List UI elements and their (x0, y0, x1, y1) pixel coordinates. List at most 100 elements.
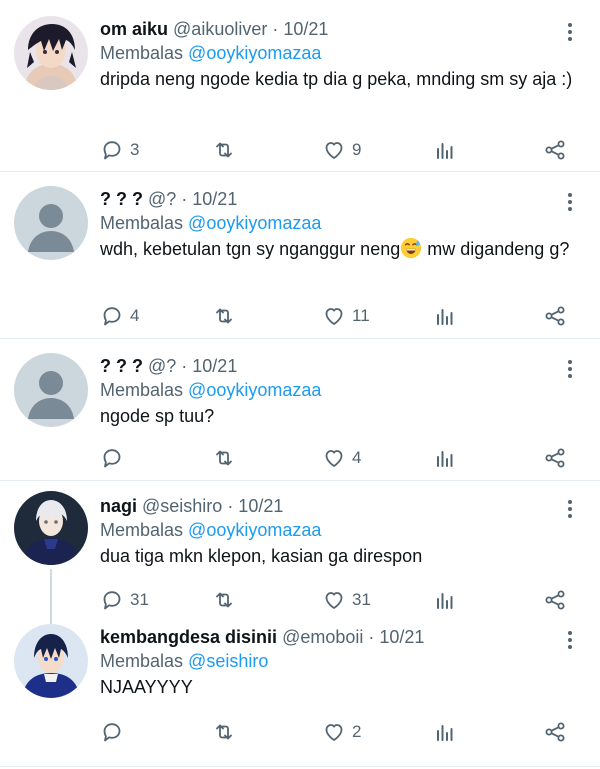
tweet-header: ? ? ? @? · 10/21 (100, 188, 580, 210)
reply-icon (100, 304, 124, 328)
handle-and-date: @? · 10/21 (148, 189, 238, 209)
display-name[interactable]: ? ? ? (100, 188, 143, 210)
replying-to: Membalas @ooykiyomazaa (100, 42, 580, 64)
more-vertical-icon[interactable] (558, 497, 582, 521)
action-bar: 3 9 (100, 137, 570, 163)
retweet-icon (212, 138, 236, 162)
display-name[interactable]: kembangdesa disinii (100, 626, 277, 648)
reply-button[interactable] (100, 445, 130, 471)
reply-icon (100, 588, 124, 612)
avatar[interactable] (14, 353, 88, 427)
replying-to: Membalas @ooykiyomazaa (100, 519, 580, 541)
more-vertical-icon[interactable] (558, 357, 582, 381)
views-button[interactable] (433, 587, 463, 613)
action-bar: 4 11 (100, 303, 570, 329)
avatar[interactable] (14, 491, 88, 565)
reply-feed: om aiku @aikuoliver · 10/21 Membalas @oo… (0, 0, 600, 769)
tweet-text: dripda neng ngode kedia tp dia g peka, m… (100, 69, 573, 89)
like-button[interactable]: 11 (322, 303, 370, 329)
reply-count: 31 (130, 590, 149, 609)
share-button[interactable] (543, 719, 573, 745)
heart-icon (322, 304, 346, 328)
like-count: 4 (352, 448, 362, 467)
retweet-button[interactable] (212, 587, 242, 613)
share-icon (543, 446, 567, 470)
tweet-header: kembangdesa disinii @emoboii · 10/21 (100, 626, 580, 648)
retweet-button[interactable] (212, 445, 242, 471)
views-icon (433, 138, 457, 162)
more-vertical-icon[interactable] (558, 628, 582, 652)
replying-prefix: Membalas (100, 213, 184, 233)
tweet-header: om aiku @aikuoliver · 10/21 (100, 18, 580, 40)
retweet-button[interactable] (212, 719, 242, 745)
replying-to-mention[interactable]: @ooykiyomazaa (188, 380, 321, 400)
share-button[interactable] (543, 137, 573, 163)
like-button[interactable]: 31 (322, 587, 371, 613)
replying-to-mention[interactable]: @ooykiyomazaa (188, 43, 321, 63)
views-button[interactable] (433, 445, 463, 471)
views-button[interactable] (433, 719, 463, 745)
share-icon (543, 720, 567, 744)
views-button[interactable] (433, 303, 463, 329)
like-count: 31 (352, 590, 371, 609)
retweet-icon (212, 720, 236, 744)
retweet-button[interactable] (212, 303, 242, 329)
like-count: 2 (352, 722, 362, 741)
share-button[interactable] (543, 445, 573, 471)
tweet[interactable]: ? ? ? @? · 10/21 Membalas @ooykiyomazaa … (0, 339, 600, 481)
more-vertical-icon[interactable] (558, 190, 582, 214)
tweet[interactable]: om aiku @aikuoliver · 10/21 Membalas @oo… (0, 0, 600, 172)
reply-button[interactable] (100, 719, 130, 745)
retweet-button[interactable] (212, 137, 242, 163)
replying-to-mention[interactable]: @ooykiyomazaa (188, 520, 321, 540)
tweet-text-part: mw digandeng g? (422, 239, 570, 259)
views-icon (433, 588, 457, 612)
heart-icon (322, 588, 346, 612)
tweet[interactable]: kembangdesa disinii @emoboii · 10/21 Mem… (0, 624, 600, 767)
more-vertical-icon[interactable] (558, 20, 582, 44)
reply-icon (100, 446, 124, 470)
retweet-icon (212, 304, 236, 328)
display-name[interactable]: om aiku (100, 18, 168, 40)
replying-to-mention[interactable]: @ooykiyomazaa (188, 213, 321, 233)
share-button[interactable] (543, 587, 573, 613)
default-profile-image (14, 186, 88, 260)
avatar[interactable] (14, 186, 88, 260)
reply-count: 4 (130, 306, 140, 325)
handle-and-date: @seishiro · 10/21 (142, 496, 284, 516)
display-name[interactable]: nagi (100, 495, 137, 517)
reply-button[interactable]: 31 (100, 587, 149, 613)
views-icon (433, 304, 457, 328)
handle-and-date: @aikuoliver · 10/21 (173, 19, 329, 39)
avatar-anime-white-hair-image (14, 491, 88, 565)
heart-icon (322, 720, 346, 744)
tweet[interactable]: ? ? ? @? · 10/21 Membalas @ooykiyomazaa … (0, 172, 600, 339)
reply-icon (100, 138, 124, 162)
replying-to: Membalas @ooykiyomazaa (100, 379, 580, 401)
replying-prefix: Membalas (100, 43, 184, 63)
avatar-anime-blue-hair-image (14, 624, 88, 698)
like-button[interactable]: 9 (322, 137, 361, 163)
tweet-text: ngode sp tuu? (100, 406, 215, 426)
like-button[interactable]: 2 (322, 719, 361, 745)
avatar[interactable] (14, 16, 88, 90)
reply-button[interactable]: 4 (100, 303, 139, 329)
like-count: 11 (352, 306, 370, 325)
display-name[interactable]: ? ? ? (100, 355, 143, 377)
avatar[interactable] (14, 624, 88, 698)
replying-to: Membalas @ooykiyomazaa (100, 212, 580, 234)
replying-to-mention[interactable]: @seishiro (188, 651, 268, 671)
heart-icon (322, 446, 346, 470)
like-count: 9 (352, 140, 362, 159)
tweet-header: ? ? ? @? · 10/21 (100, 355, 580, 377)
reply-button[interactable]: 3 (100, 137, 139, 163)
tweet[interactable]: nagi @seishiro · 10/21 Membalas @ooykiyo… (0, 481, 600, 624)
share-button[interactable] (543, 303, 573, 329)
replying-prefix: Membalas (100, 520, 184, 540)
replying-prefix: Membalas (100, 380, 184, 400)
action-bar: 4 (100, 445, 570, 471)
like-button[interactable]: 4 (322, 445, 361, 471)
views-icon (433, 446, 457, 470)
handle-and-date: @emoboii · 10/21 (282, 627, 425, 647)
views-button[interactable] (433, 137, 463, 163)
